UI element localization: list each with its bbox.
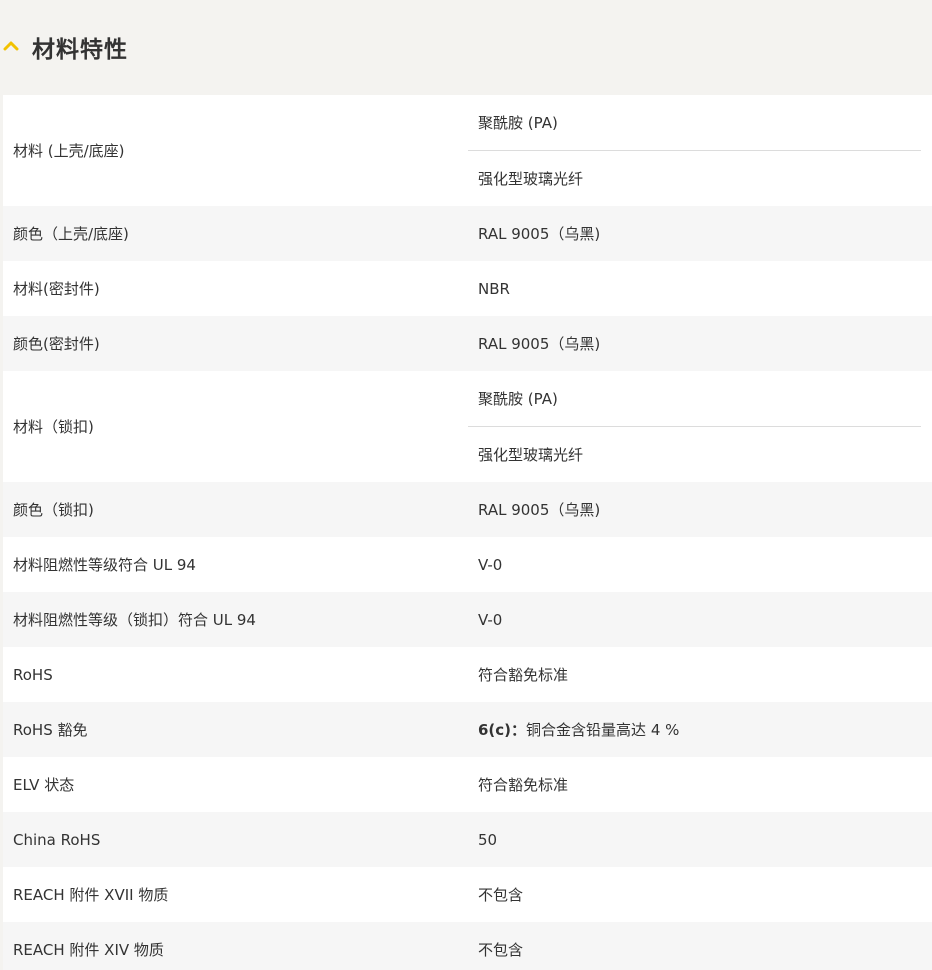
table-row: 材料（锁扣) 聚酰胺 (PA) 强化型玻璃光纤 bbox=[3, 371, 932, 482]
row-value-line: 符合豁免标准 bbox=[478, 776, 569, 794]
row-label: China RoHS bbox=[13, 830, 101, 849]
table-row: 材料 (上壳/底座) 聚酰胺 (PA) 强化型玻璃光纤 bbox=[3, 95, 932, 206]
row-label: 材料(密封件) bbox=[13, 280, 100, 298]
row-label: 材料（锁扣) bbox=[13, 418, 94, 436]
row-label: 颜色(密封件) bbox=[13, 335, 100, 353]
row-value-line: RAL 9005（乌黑) bbox=[478, 335, 601, 353]
table-row: REACH 附件 XIV 物质 不包含 bbox=[3, 922, 932, 970]
row-value-line: 不包含 bbox=[478, 941, 524, 959]
row-value: 符合豁免标准 bbox=[468, 647, 921, 702]
row-value-line: RAL 9005（乌黑) bbox=[478, 501, 601, 519]
row-label: RoHS bbox=[13, 665, 53, 684]
row-value: RAL 9005（乌黑) bbox=[468, 316, 921, 371]
section-title: 材料特性 bbox=[32, 36, 128, 63]
row-value: 6(c)： 铜合金含铅量高达 4 % bbox=[468, 702, 921, 757]
row-label: REACH 附件 XVII 物质 bbox=[13, 886, 169, 904]
row-value-line: 强化型玻璃光纤 bbox=[478, 169, 584, 188]
exemption-text: 铜合金含铅量高达 4 % bbox=[526, 721, 680, 739]
row-value-line: NBR bbox=[478, 279, 510, 298]
row-value: RAL 9005（乌黑) bbox=[468, 206, 921, 261]
table-row: REACH 附件 XVII 物质 不包含 bbox=[3, 867, 932, 922]
table-row: 颜色（锁扣) RAL 9005（乌黑) bbox=[3, 482, 932, 537]
row-value: NBR bbox=[468, 261, 921, 316]
table-row: China RoHS 50 bbox=[3, 812, 932, 867]
row-label: 颜色（锁扣) bbox=[13, 501, 94, 519]
row-value-line: V-0 bbox=[478, 555, 503, 574]
row-value: 50 bbox=[468, 812, 921, 867]
table-row: 材料阻燃性等级符合 UL 94 V-0 bbox=[3, 537, 932, 592]
row-label: REACH 附件 XIV 物质 bbox=[13, 941, 164, 959]
row-value: 不包含 bbox=[468, 922, 921, 970]
row-value: 符合豁免标准 bbox=[468, 757, 921, 812]
row-value-line: 不包含 bbox=[478, 886, 524, 904]
exemption-code: 6(c)： bbox=[478, 721, 527, 739]
row-label: RoHS 豁免 bbox=[13, 721, 88, 739]
row-value-line: 6(c)： 铜合金含铅量高达 4 % bbox=[468, 702, 921, 757]
material-properties-section: 材料特性 材料 (上壳/底座) 聚酰胺 (PA) 强化型玻璃光纤 颜色（上壳/底… bbox=[0, 0, 932, 970]
row-value: 不包含 bbox=[468, 867, 921, 922]
row-label: ELV 状态 bbox=[13, 776, 75, 794]
properties-table: 材料 (上壳/底座) 聚酰胺 (PA) 强化型玻璃光纤 颜色（上壳/底座) RA… bbox=[3, 95, 932, 970]
table-row: 颜色(密封件) RAL 9005（乌黑) bbox=[3, 316, 932, 371]
table-row: RoHS 符合豁免标准 bbox=[3, 647, 932, 702]
row-value-line: RAL 9005（乌黑) bbox=[478, 225, 601, 243]
row-value: 聚酰胺 (PA) 强化型玻璃光纤 bbox=[468, 371, 921, 482]
chevron-up-icon[interactable] bbox=[3, 38, 19, 54]
row-label: 颜色（上壳/底座) bbox=[13, 225, 129, 243]
section-header-toggle[interactable]: 材料特性 bbox=[0, 0, 932, 95]
row-label: 材料 (上壳/底座) bbox=[13, 142, 125, 160]
row-value: RAL 9005（乌黑) bbox=[468, 482, 921, 537]
table-row: 颜色（上壳/底座) RAL 9005（乌黑) bbox=[3, 206, 932, 261]
row-value-line: V-0 bbox=[478, 610, 503, 629]
row-value-line: 强化型玻璃光纤 bbox=[478, 445, 584, 464]
table-row: 材料(密封件) NBR bbox=[3, 261, 932, 316]
row-value-line: 聚酰胺 (PA) bbox=[468, 372, 921, 427]
row-value: V-0 bbox=[468, 537, 921, 592]
row-value: V-0 bbox=[468, 592, 921, 647]
row-value: 聚酰胺 (PA) 强化型玻璃光纤 bbox=[468, 95, 921, 206]
table-row: ELV 状态 符合豁免标准 bbox=[3, 757, 932, 812]
row-value-line: 聚酰胺 (PA) bbox=[468, 96, 921, 151]
table-row: 材料阻燃性等级（锁扣）符合 UL 94 V-0 bbox=[3, 592, 932, 647]
row-label: 材料阻燃性等级（锁扣）符合 UL 94 bbox=[13, 611, 256, 629]
row-value-line: 符合豁免标准 bbox=[478, 666, 569, 684]
row-label: 材料阻燃性等级符合 UL 94 bbox=[13, 556, 196, 574]
table-row: RoHS 豁免 6(c)： 铜合金含铅量高达 4 % bbox=[3, 702, 932, 757]
row-value-line: 50 bbox=[478, 830, 498, 849]
